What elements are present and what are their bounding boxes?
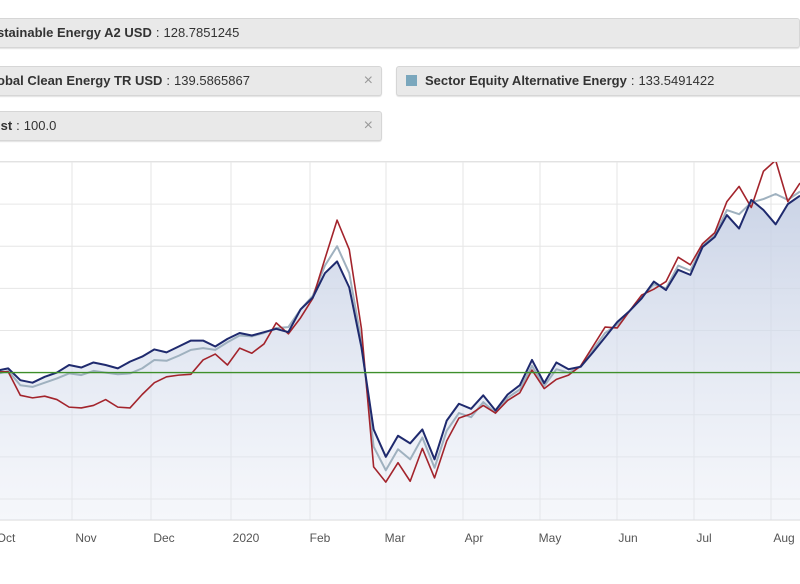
legend-item-value: 100.0 [23,118,57,133]
series-color-swatch [406,75,417,86]
legend-item-separator: : [630,73,635,88]
legend-item-sustainable-energy[interactable]: stainable Energy A2 USD:128.7851245 [0,18,800,48]
legend-item-separator: : [155,25,160,40]
legend-item-name: Sector Equity Alternative Energy [425,73,627,88]
x-tick-label: Mar [385,531,406,545]
legend-item-global-clean-energy[interactable]: obal Clean Energy TR USD:139.5865867 × [0,66,382,96]
legend-item-sector-equity-alt-energy[interactable]: Sector Equity Alternative Energy:133.549… [396,66,800,96]
x-tick-label: Apr [465,531,484,545]
legend-item-value: 128.7851245 [163,25,240,40]
x-tick-label: Jul [696,531,711,545]
x-tick-label: 2020 [233,531,260,545]
legend-item-separator: : [166,73,171,88]
legend-item-value: 139.5865867 [174,73,250,88]
legend: stainable Energy A2 USD:128.7851245 obal… [0,0,800,160]
legend-item-name: obal Clean Energy TR USD [0,73,163,88]
x-tick-label: Nov [75,531,96,545]
legend-item-separator: : [16,118,20,133]
x-tick-label: Feb [310,531,331,545]
close-icon[interactable]: × [364,67,373,95]
legend-item-name: ist [0,118,13,133]
legend-item-name: stainable Energy A2 USD [0,25,152,40]
area-fill [0,195,800,520]
x-tick-label: Oct [0,531,16,545]
legend-item-value: 133.5491422 [638,73,715,88]
x-tick-label: Aug [773,531,794,545]
legend-item-baseline-list[interactable]: ist:100.0 × [0,111,382,141]
performance-line-chart[interactable]: Oct Nov Dec 2020 Feb Mar Apr May Jun Jul Aug [0,162,800,584]
x-tick-label: Dec [153,531,174,545]
x-tick-label: Jun [618,531,637,545]
close-icon[interactable]: × [364,112,373,140]
x-tick-label: May [539,531,562,545]
